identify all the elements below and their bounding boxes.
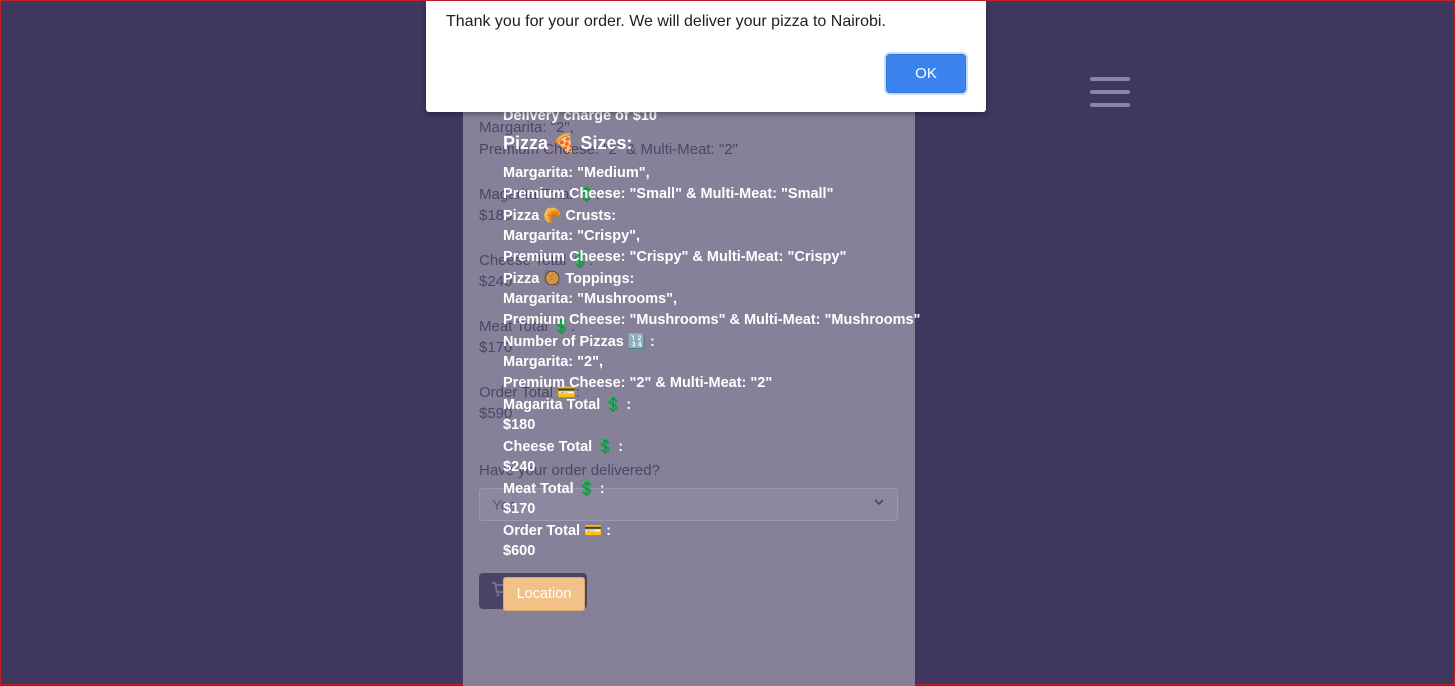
ok-button[interactable]: OK [886, 54, 966, 93]
cheese-total-value: $240 [503, 459, 536, 475]
alert-dialog: Thank you for your order. We will delive… [426, 1, 986, 112]
toppings-line-1: Margarita: "Mushrooms", [503, 291, 678, 307]
number-line-1: Margarita: "2", [503, 354, 603, 370]
toppings-heading: Pizza 🥘 Toppings: [503, 271, 635, 287]
cheese-total-label: Cheese Total 💲 : [503, 439, 624, 455]
meat-total-label: Meat Total 💲 : [503, 481, 605, 497]
toppings-line-2: Premium Cheese: "Mushrooms" & Multi-Meat… [503, 312, 921, 328]
alert-message: Thank you for your order. We will delive… [446, 13, 886, 30]
order-total-label: Order Total 💳 : [503, 523, 612, 539]
crusts-line-1: Margarita: "Crispy", [503, 228, 641, 244]
crusts-line-2: Premium Cheese: "Crispy" & Multi-Meat: "… [503, 249, 847, 265]
number-heading: Number of Pizzas 🔢 : [503, 334, 655, 350]
chevron-down-icon [874, 499, 884, 506]
sizes-line-1: Margarita: "Medium", [503, 165, 650, 181]
location-button[interactable]: Location [503, 577, 585, 611]
hamburger-menu-icon[interactable] [1090, 77, 1130, 109]
magarita-total-value: $180 [503, 417, 536, 433]
number-line-2: Premium Cheese: "2" & Multi-Meat: "2" [503, 375, 773, 391]
meat-total-value: $170 [503, 501, 536, 517]
magarita-total-label: Magarita Total 💲 : [503, 397, 632, 413]
sizes-line-2: Premium Cheese: "Small" & Multi-Meat: "S… [503, 186, 834, 202]
order-total-value: $600 [503, 543, 536, 559]
sizes-heading: Pizza 🍕 Sizes: [503, 133, 633, 153]
crusts-heading: Pizza 🥐 Crusts: [503, 208, 617, 224]
